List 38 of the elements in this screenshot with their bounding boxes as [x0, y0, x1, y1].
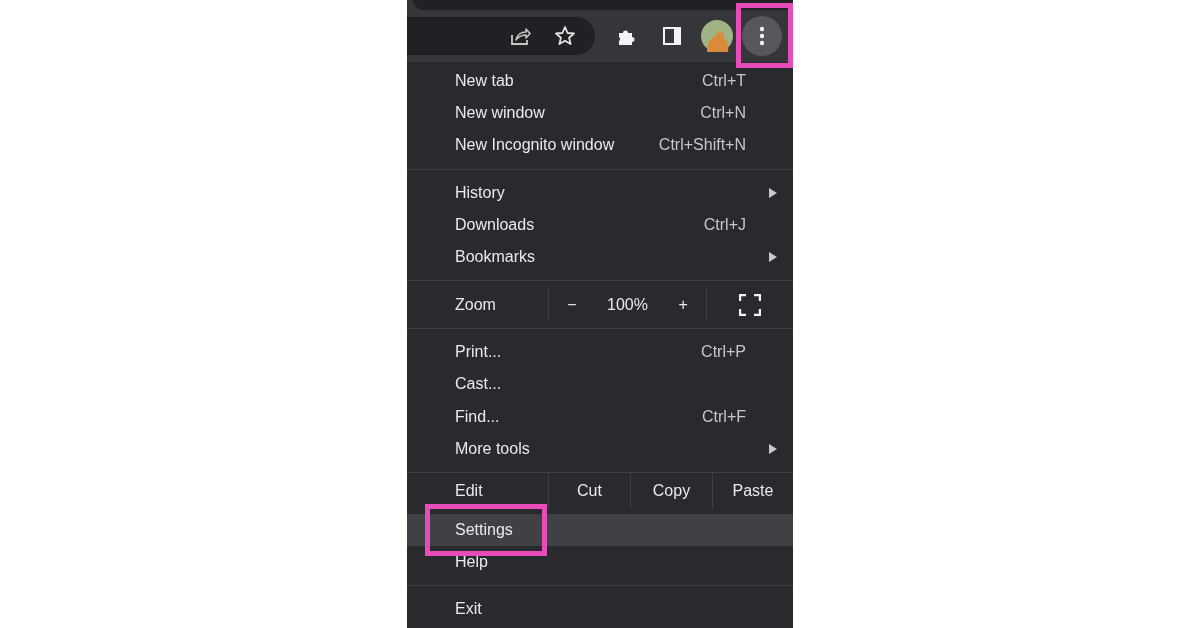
shortcut: Ctrl+J [703, 215, 746, 234]
edit-action-button[interactable]: Paste [713, 472, 793, 509]
fullscreen-icon [739, 293, 761, 316]
menu-item[interactable]: Cast... [407, 368, 793, 401]
menu-item[interactable]: More tools [407, 432, 793, 465]
shortcut: Ctrl+P [701, 343, 746, 362]
zoom-out-button[interactable]: − [561, 295, 583, 314]
menu-item[interactable]: Settings [407, 513, 793, 547]
address-bar[interactable] [407, 17, 595, 55]
menu-item[interactable]: New window Ctrl+N [407, 97, 793, 130]
zoom-level: 100% [607, 295, 648, 314]
star-icon [553, 25, 576, 47]
more-icon [759, 26, 765, 46]
avatar-icon[interactable] [700, 20, 733, 52]
share-icon [508, 25, 531, 47]
menu-label: Zoom [407, 288, 549, 322]
menu-item[interactable]: History [407, 176, 793, 209]
menu-label: Edit [407, 472, 549, 509]
submenu-arrow-icon [769, 443, 777, 454]
menu-item[interactable]: Bookmarks [407, 240, 793, 274]
shortcut: Ctrl+Shift+N [658, 136, 746, 155]
edit-action-button[interactable]: Cut [549, 472, 631, 509]
zoom-in-button[interactable]: + [672, 295, 694, 314]
menu-item[interactable]: Downloads Ctrl+J [407, 208, 793, 241]
submenu-arrow-icon [769, 187, 777, 198]
menu-button[interactable] [742, 16, 782, 56]
shortcut: Ctrl+N [700, 104, 746, 123]
side-panel-icon[interactable] [661, 26, 682, 46]
menu-item[interactable]: Exit [407, 593, 793, 626]
menu-item[interactable]: Help [407, 546, 793, 579]
submenu-arrow-icon [769, 252, 777, 263]
menu-item[interactable]: Find... Ctrl+F [407, 400, 793, 433]
shortcut: Ctrl+F [702, 407, 746, 426]
menu-item[interactable]: Print... Ctrl+P [407, 336, 793, 369]
menu-item[interactable]: New tab Ctrl+T [407, 65, 793, 98]
menu-item[interactable]: New Incognito window Ctrl+Shift+N [407, 129, 793, 162]
shortcut: Ctrl+T [702, 72, 746, 91]
edit-action-button[interactable]: Copy [631, 472, 713, 509]
